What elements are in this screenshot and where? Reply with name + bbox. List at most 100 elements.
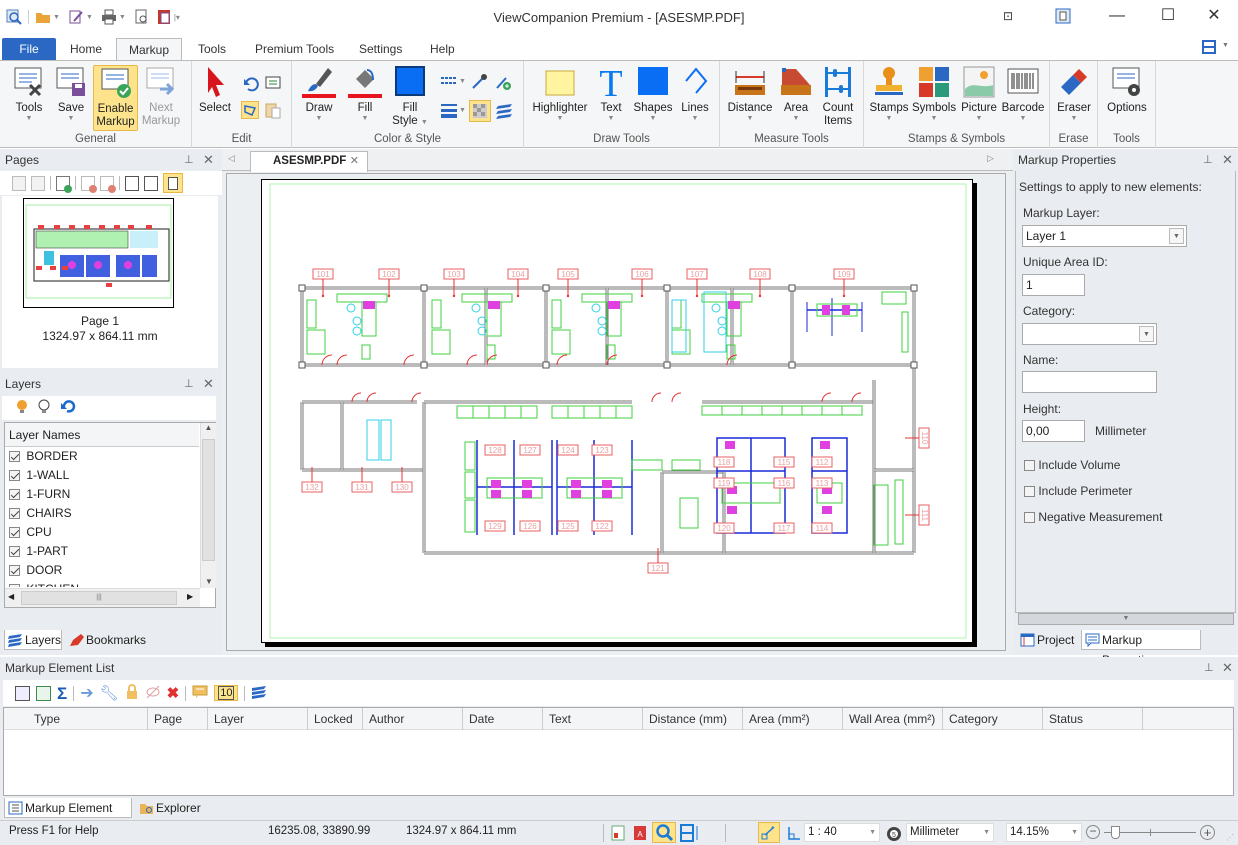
comment-icon[interactable] [264, 75, 282, 93]
tab-bookmarks[interactable]: Bookmarks [66, 630, 156, 650]
layer-row[interactable]: CPU [9, 523, 52, 542]
tab-tools[interactable]: Tools [188, 38, 236, 60]
add-page-icon[interactable] [56, 175, 72, 193]
layer-row[interactable]: 1-WALL [9, 466, 69, 485]
eraser-button[interactable]: Eraser ▼ [1054, 65, 1094, 123]
include-volume-checkbox[interactable]: Include Volume [1024, 458, 1120, 472]
column-header[interactable]: Date [463, 708, 543, 730]
layer-visibility-checkbox[interactable] [9, 565, 20, 577]
symbols-button[interactable]: Symbols ▼ [912, 65, 956, 123]
ortho-icon[interactable] [786, 825, 802, 844]
wrench-icon[interactable]: 🔧︎ [100, 686, 119, 701]
document-properties-icon[interactable] [610, 825, 626, 844]
go-to-icon[interactable]: ➔ [80, 685, 93, 701]
chevron-down-icon[interactable]: ▼ [1071, 824, 1078, 841]
eyedropper-icon[interactable] [470, 73, 488, 91]
fit-page-icon[interactable] [1048, 6, 1078, 26]
layer-visibility-checkbox[interactable] [9, 470, 20, 482]
draw-color-button[interactable]: Draw ▼ [298, 65, 340, 123]
ribbon-display-icon[interactable]: ⊡ [993, 6, 1023, 26]
line-style-icon[interactable]: ▼ [440, 73, 466, 91]
next-markup-button[interactable]: Next Markup [140, 65, 182, 128]
column-header[interactable]: Category [943, 708, 1043, 730]
page-1-thumbnail[interactable] [23, 198, 174, 308]
checkbox[interactable] [1024, 512, 1035, 524]
zoom-in-button[interactable]: + [1200, 825, 1215, 840]
measure-precision-icon[interactable]: 5 [886, 826, 902, 845]
layer-row[interactable]: 1-FURN [9, 485, 70, 504]
tab-markup-properties[interactable]: Markup Properties [1081, 630, 1201, 667]
scroll-tabs-left-icon[interactable]: ◁ [228, 153, 235, 164]
all-layers-on-icon[interactable] [16, 399, 28, 418]
layer-row[interactable]: CHAIRS [9, 504, 72, 523]
pin-icon[interactable]: ⊥ [1204, 661, 1214, 674]
sum-icon[interactable]: Σ [57, 685, 67, 702]
layer-row[interactable]: DOOR [9, 561, 62, 580]
count-items-button[interactable]: Count Items [818, 65, 858, 128]
rotate-left-icon[interactable] [125, 175, 139, 191]
delete-page-icon[interactable] [81, 175, 97, 193]
scrollbar-thumb[interactable]: ||| [21, 591, 177, 605]
column-header[interactable]: Layer [208, 708, 308, 730]
close-panel-icon[interactable]: ✕ [203, 152, 214, 168]
layer-row[interactable]: 1-PART [9, 542, 68, 561]
close-button[interactable]: ✕ [1199, 6, 1229, 26]
checkbox[interactable] [1024, 460, 1035, 472]
save-page-icon[interactable] [12, 175, 26, 191]
fill-style-button[interactable]: Fill Style ▼ [390, 65, 430, 129]
shapes-button[interactable]: Shapes ▼ [632, 65, 674, 123]
tab-explorer[interactable]: Explorer [136, 798, 216, 818]
layer-visibility-checkbox[interactable] [9, 546, 20, 558]
minimize-button[interactable]: — [1102, 6, 1132, 26]
resize-grip-icon[interactable]: ⋰ [1226, 833, 1234, 842]
distance-button[interactable]: Distance ▼ [724, 65, 776, 123]
select-button[interactable]: Select [196, 65, 234, 115]
layout-switch-icon[interactable] [1202, 40, 1216, 57]
tab-markup[interactable]: Markup [116, 38, 182, 60]
document-viewport[interactable]: 101 102 103 104 105 106 107 108 109 132 131 130 128 1… [226, 173, 1006, 651]
page-thumbnail-icon[interactable] [163, 173, 183, 193]
layer-visibility-checkbox[interactable] [9, 527, 20, 539]
snap-icon[interactable]: * [758, 822, 780, 843]
lock-icon[interactable] [125, 683, 139, 703]
stamps-button[interactable]: Stamps ▼ [868, 65, 910, 123]
tools-button[interactable]: Tools ▼ [8, 65, 50, 123]
tab-settings[interactable]: Settings [349, 38, 412, 60]
tab-home[interactable]: Home [60, 38, 112, 60]
export-excel-icon[interactable] [36, 685, 51, 701]
column-header[interactable]: Area (mm²) [743, 708, 843, 730]
close-panel-icon[interactable]: ✕ [203, 376, 214, 392]
zoom-tool-icon[interactable] [652, 822, 676, 843]
column-header[interactable]: Author [363, 708, 463, 730]
delete-icon[interactable]: ✖ [167, 686, 180, 701]
layer-row[interactable]: KITCHEN [9, 580, 79, 587]
zoom-slider[interactable] [1104, 826, 1196, 840]
unique-area-id-input[interactable]: 1 [1022, 274, 1085, 296]
picture-button[interactable]: Picture ▼ [958, 65, 1000, 123]
chevron-down-icon[interactable]: ▼ [1169, 228, 1184, 244]
zoom-select[interactable]: 14.15% ▼ [1006, 823, 1082, 842]
scale-select[interactable]: 1 : 40 ▼ [804, 823, 880, 842]
fit-height-icon[interactable] [680, 824, 700, 845]
column-header[interactable]: Locked [308, 708, 363, 730]
column-header[interactable]: Wall Area (mm²) [843, 708, 943, 730]
close-panel-icon[interactable]: ✕ [1222, 660, 1233, 676]
count-badge[interactable]: 10 [214, 685, 239, 701]
pin-icon[interactable]: ⊥ [184, 153, 194, 166]
tab-premium-tools[interactable]: Premium Tools [245, 38, 344, 60]
document-tab[interactable]: ASESMP.PDF ✕ [250, 151, 368, 172]
name-input[interactable] [1022, 371, 1157, 393]
close-tab-icon[interactable]: ✕ [350, 152, 359, 171]
negative-measurement-checkbox[interactable]: Negative Measurement [1024, 510, 1162, 524]
tab-help[interactable]: Help [420, 38, 465, 60]
pin-icon[interactable]: ⊥ [1203, 153, 1213, 166]
pdf-icon[interactable]: A [632, 825, 648, 844]
category-select[interactable]: ▼ [1022, 323, 1157, 345]
tab-layers[interactable]: Layers [4, 630, 62, 650]
text-button[interactable]: T Text ▼ [594, 63, 628, 123]
save-pages-icon[interactable] [31, 175, 45, 191]
undo-icon[interactable] [242, 75, 260, 93]
markup-layer-select[interactable]: Layer 1 ▼ [1022, 225, 1187, 247]
chevron-down-icon[interactable]: ▼ [983, 824, 990, 841]
rotate-right-icon[interactable] [144, 175, 158, 191]
